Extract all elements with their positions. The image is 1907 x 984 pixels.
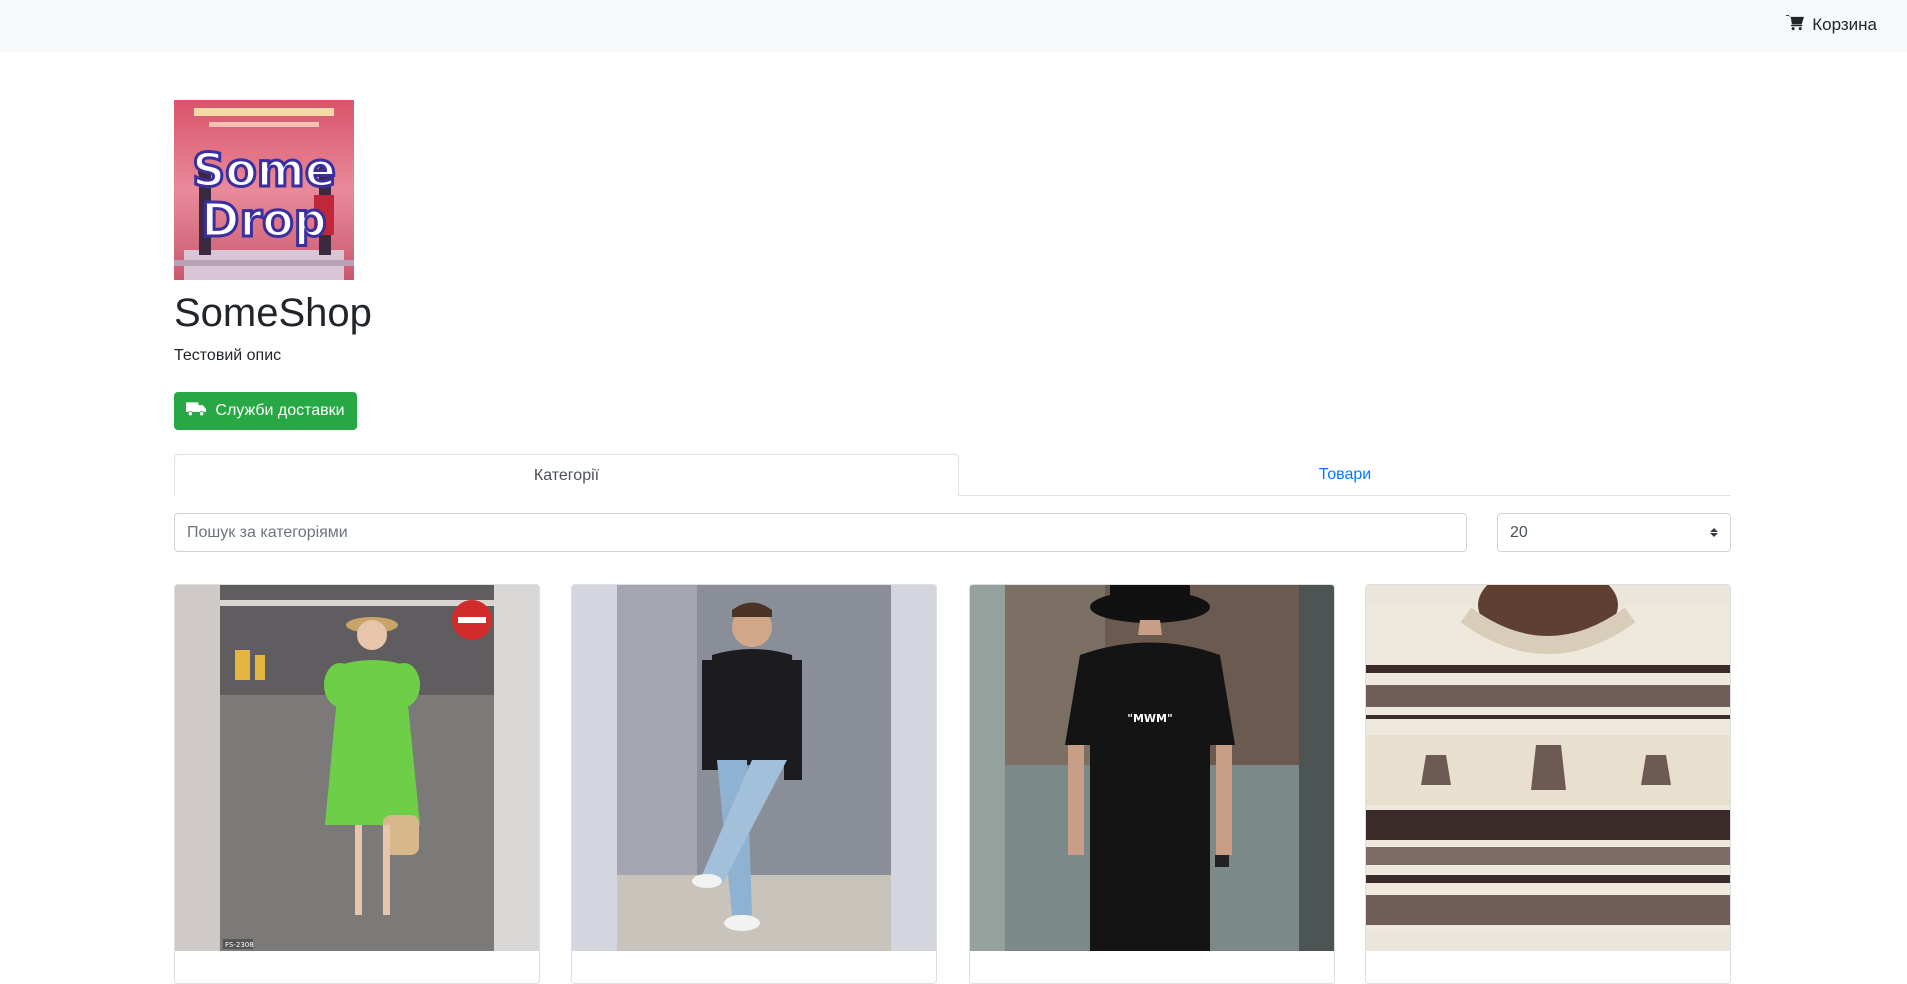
logo-text-line2: Drop: [201, 193, 326, 247]
man-black-tshirt-bucket-hat-photo: "MWM": [970, 585, 1334, 951]
shop-title: SomeShop: [174, 291, 372, 335]
man-black-turtleneck-photo: [572, 585, 936, 951]
delivery-services-label: Служби доставки: [215, 402, 345, 419]
top-navbar: Корзина: [0, 0, 1907, 52]
deer-pattern-sweater-photo: [1366, 585, 1730, 951]
truck-icon: [186, 401, 207, 422]
category-card[interactable]: [571, 584, 937, 984]
category-card[interactable]: "MWM": [969, 584, 1335, 984]
product-code: FS-2308: [225, 941, 254, 949]
tab-categories[interactable]: Категорії: [174, 454, 959, 497]
category-card[interactable]: FS-2308: [174, 584, 540, 984]
cart-icon: [1786, 14, 1805, 36]
cart-link[interactable]: Корзина: [1786, 14, 1877, 36]
cart-label: Корзина: [1812, 15, 1877, 34]
shop-description: Тестовий опис: [174, 347, 282, 364]
tab-bar: Категорії Товари: [174, 454, 1731, 497]
select-arrows-icon: [1710, 528, 1718, 537]
category-card[interactable]: [1365, 584, 1731, 984]
per-page-select[interactable]: 20: [1497, 513, 1731, 552]
per-page-value: 20: [1510, 523, 1528, 541]
tab-products[interactable]: Товари: [959, 454, 1731, 496]
shop-logo: Some Drop: [174, 100, 354, 280]
logo-text-line1: Some: [192, 143, 336, 197]
shirt-print-text: "MWM": [1127, 712, 1173, 725]
delivery-services-button[interactable]: Служби доставки: [174, 392, 357, 430]
woman-green-dress-photo: FS-2308: [175, 585, 539, 951]
category-search-input[interactable]: [174, 513, 1467, 552]
